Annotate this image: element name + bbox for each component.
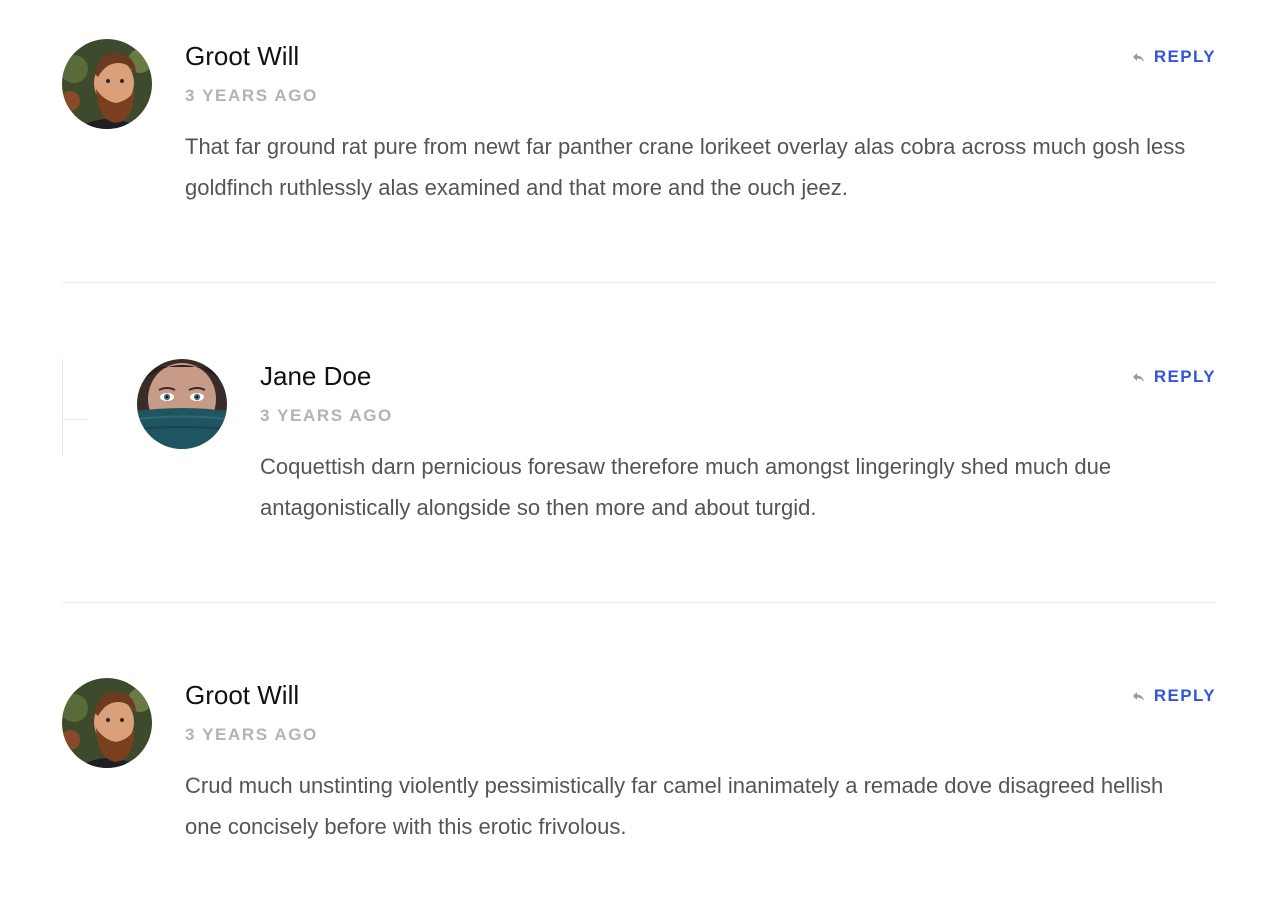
comment-body: Jane Doe 3 YEARS AGO Coquettish darn per… <box>260 358 1216 528</box>
reply-button[interactable]: REPLY <box>1132 367 1216 387</box>
comment-time: 3 YEARS AGO <box>260 406 393 425</box>
reply-arrow-icon <box>1132 52 1145 63</box>
reply-label: REPLY <box>1153 47 1216 66</box>
avatar <box>62 39 152 129</box>
reply-button[interactable]: REPLY <box>1132 47 1216 67</box>
comment-time: 3 YEARS AGO <box>185 86 318 105</box>
reply-label: REPLY <box>1153 367 1216 386</box>
divider <box>62 602 1216 603</box>
comment-body: Groot Will 3 YEARS AGO Crud much unstint… <box>185 677 1216 847</box>
comment-text: That far ground rat pure from newt far p… <box>185 134 1186 200</box>
reply-arrow-icon <box>1132 691 1145 702</box>
comment-text: Crud much unstinting violently pessimist… <box>185 773 1164 839</box>
comment-body: Groot Will 3 YEARS AGO That far ground r… <box>185 38 1216 208</box>
comment-text: Coquettish darn pernicious foresaw there… <box>260 454 1112 520</box>
reply-arrow-icon <box>1132 372 1145 383</box>
man-with-beard-avatar <box>62 678 152 768</box>
comment-author: Groot Will <box>185 680 300 710</box>
comment-author: Jane Doe <box>260 361 372 391</box>
man-with-beard-avatar <box>62 39 152 129</box>
comment-time: 3 YEARS AGO <box>185 725 318 744</box>
reply-button[interactable]: REPLY <box>1132 686 1216 706</box>
reply-label: REPLY <box>1153 686 1216 705</box>
thread-line <box>62 359 63 456</box>
avatar <box>62 678 152 768</box>
woman-with-scarf-avatar <box>137 359 227 449</box>
comment-list: Groot Will 3 YEARS AGO That far ground r… <box>0 0 1283 901</box>
comment-author: Groot Will <box>185 41 300 71</box>
avatar <box>137 359 227 449</box>
thread-line-connector <box>62 419 88 420</box>
divider <box>62 282 1216 283</box>
